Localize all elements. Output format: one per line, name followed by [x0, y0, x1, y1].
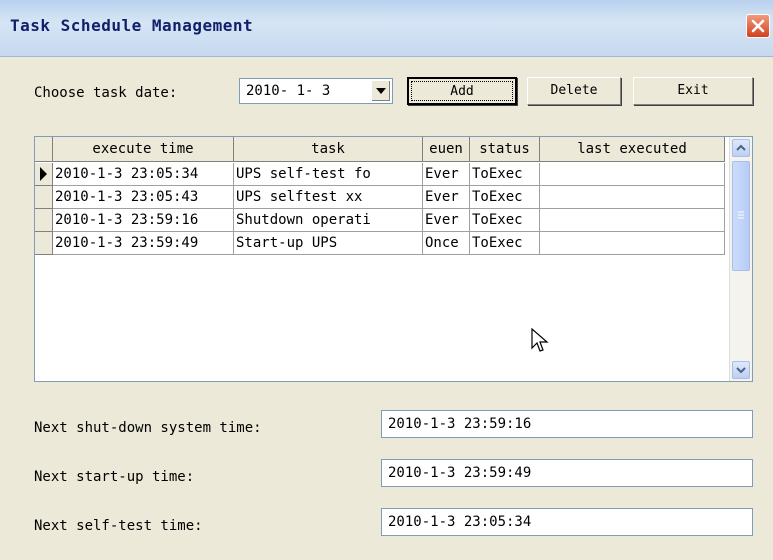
cell-last-executed[interactable]	[540, 163, 725, 186]
task-date-select[interactable]: 2010- 1- 3	[239, 78, 393, 104]
row-indicator[interactable]	[35, 186, 53, 209]
close-icon	[751, 19, 765, 33]
table-row[interactable]: 2010-1-3 23:05:43 UPS selftest xx Ever T…	[35, 186, 725, 209]
scroll-down-button[interactable]	[732, 361, 750, 379]
task-grid[interactable]: execute time task euen status last execu…	[34, 136, 753, 382]
row-indicator[interactable]	[35, 163, 53, 186]
cell-euen[interactable]: Ever	[423, 163, 470, 186]
next-shutdown-label: Next shut-down system time:	[34, 420, 262, 436]
grip-icon	[738, 211, 744, 219]
add-button[interactable]: Add	[407, 77, 517, 105]
scroll-up-button[interactable]	[732, 139, 750, 157]
cell-task[interactable]: UPS selftest xx	[234, 186, 423, 209]
row-indicator[interactable]	[35, 232, 53, 255]
cell-execute-time[interactable]: 2010-1-3 23:05:43	[53, 186, 234, 209]
next-selftest-field[interactable]: 2010-1-3 23:05:34	[381, 508, 753, 536]
table-row[interactable]: 2010-1-3 23:59:49 Start-up UPS Once ToEx…	[35, 232, 725, 255]
cell-task[interactable]: UPS self-test fo	[234, 163, 423, 186]
cell-last-executed[interactable]	[540, 232, 725, 255]
current-row-arrow-icon	[40, 167, 47, 181]
vertical-scrollbar[interactable]	[729, 137, 752, 381]
column-last-executed[interactable]: last executed	[540, 137, 725, 162]
cell-execute-time[interactable]: 2010-1-3 23:05:34	[53, 163, 234, 186]
table-row[interactable]: 2010-1-3 23:59:16 Shutdown operati Ever …	[35, 209, 725, 232]
next-shutdown-field[interactable]: 2010-1-3 23:59:16	[381, 410, 753, 438]
cell-status[interactable]: ToExec	[470, 163, 540, 186]
cell-task[interactable]: Shutdown operati	[234, 209, 423, 232]
chevron-down-icon[interactable]	[371, 81, 390, 101]
header-indicator	[35, 137, 53, 162]
close-button[interactable]	[746, 14, 770, 38]
cell-last-executed[interactable]	[540, 186, 725, 209]
delete-button[interactable]: Delete	[527, 77, 621, 105]
grid-header: execute time task euen status last execu…	[35, 137, 725, 163]
column-execute-time[interactable]: execute time	[53, 137, 234, 162]
next-startup-field[interactable]: 2010-1-3 23:59:49	[381, 459, 753, 487]
chevron-down-icon	[736, 367, 746, 374]
cell-execute-time[interactable]: 2010-1-3 23:59:16	[53, 209, 234, 232]
column-status[interactable]: status	[470, 137, 540, 162]
task-date-value: 2010- 1- 3	[246, 83, 331, 99]
window-title: Task Schedule Management	[10, 16, 254, 35]
cell-euen[interactable]: Ever	[423, 186, 470, 209]
title-bar[interactable]: Task Schedule Management	[0, 0, 773, 57]
column-task[interactable]: task	[234, 137, 423, 162]
column-euen[interactable]: euen	[423, 137, 470, 162]
next-selftest-label: Next self-test time:	[34, 518, 203, 534]
task-date-label: Choose task date:	[34, 85, 178, 101]
cell-status[interactable]: ToExec	[470, 209, 540, 232]
exit-button[interactable]: Exit	[633, 77, 753, 105]
cell-task[interactable]: Start-up UPS	[234, 232, 423, 255]
cell-euen[interactable]: Once	[423, 232, 470, 255]
cell-status[interactable]: ToExec	[470, 186, 540, 209]
table-row[interactable]: 2010-1-3 23:05:34 UPS self-test fo Ever …	[35, 163, 725, 186]
task-schedule-window: Task Schedule Management Choose task dat…	[0, 0, 773, 560]
mouse-cursor-icon	[531, 328, 549, 352]
next-startup-label: Next start-up time:	[34, 469, 195, 485]
cell-euen[interactable]: Ever	[423, 209, 470, 232]
row-indicator[interactable]	[35, 209, 53, 232]
cell-status[interactable]: ToExec	[470, 232, 540, 255]
scroll-thumb[interactable]	[732, 161, 750, 271]
cell-last-executed[interactable]	[540, 209, 725, 232]
cell-execute-time[interactable]: 2010-1-3 23:59:49	[53, 232, 234, 255]
chevron-up-icon	[736, 144, 746, 151]
